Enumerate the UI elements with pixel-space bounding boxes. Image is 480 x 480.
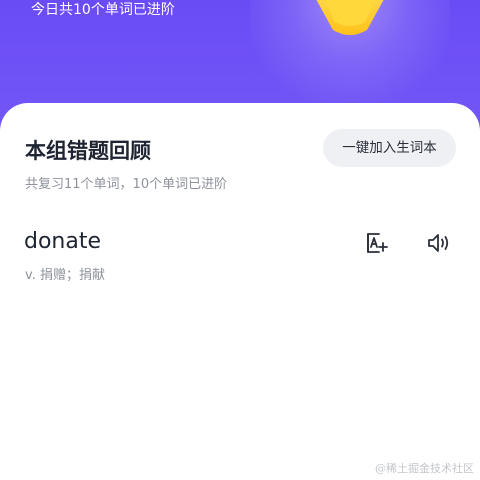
word-text: donate <box>24 229 102 254</box>
gold-trophy-icon <box>316 0 384 35</box>
word-definition: v. 捐赠；捐献 <box>25 268 105 283</box>
review-page: 今日共10个单词已进阶 本组错题回顾 一键加入生词本 共复习11个单词，10个单… <box>0 0 480 480</box>
add-to-wordbook-icon[interactable] <box>363 229 391 257</box>
page-title: 本组错题回顾 <box>25 139 151 163</box>
add-all-to-wordbook-button[interactable]: 一键加入生词本 <box>323 129 456 167</box>
watermark: @稀土掘金技术社区 <box>375 462 474 475</box>
speaker-icon[interactable] <box>425 229 453 257</box>
review-summary: 共复习11个单词，10个单词已进阶 <box>25 177 228 192</box>
hero-subtitle: 今日共10个单词已进阶 <box>31 2 175 18</box>
